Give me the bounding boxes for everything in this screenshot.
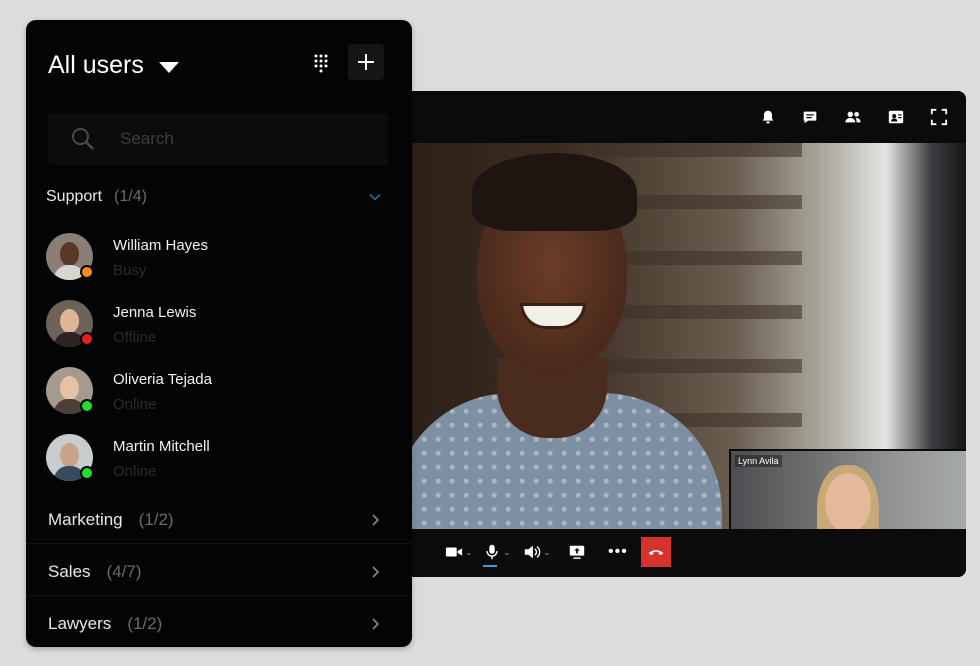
mic-level-indicator [483,565,497,567]
search-input[interactable] [120,129,370,149]
user-name: William Hayes [113,237,209,254]
camera-toggle-button[interactable]: ⌄ [445,541,473,563]
hangup-button[interactable] [641,537,671,567]
user-row-jenna-lewis[interactable]: Jenna Lewis Offline [26,300,412,362]
group-count: (1/4) [114,188,147,205]
group-count: (1/2) [127,614,163,633]
dialpad-icon [314,54,328,73]
triangle-down-icon [158,61,179,73]
group-name: Support [46,188,103,205]
chevron-right-icon [372,618,380,630]
video-toolbar [392,91,966,143]
chevron-right-icon [372,566,380,578]
divider [26,595,412,596]
user-row-william-hayes[interactable]: William Hayes Busy [26,233,412,295]
group-name: Marketing [48,510,123,529]
search-icon [72,128,94,150]
status-dot [80,399,94,413]
user-row-oliveria-tejada[interactable]: Oliveria Tejada Online [26,367,412,429]
panel-title: All users [48,51,144,79]
group-header-sales[interactable]: Sales (4/7) [26,546,412,598]
self-view-name-label: Lynn Avila [735,455,782,467]
chevron-down-icon[interactable]: ⌄ [503,547,511,558]
chevron-down-icon[interactable]: ⌄ [543,547,551,558]
group-count: (1/2) [138,510,174,529]
user-row-martin-mitchell[interactable]: Martin Mitchell Online [26,434,412,496]
chevron-right-icon [372,514,380,526]
user-status: Online [113,396,157,413]
main-video-feed: Lynn Avila [392,143,966,529]
user-status: Busy [113,262,147,279]
hangup-icon [648,550,664,556]
user-name: Jenna Lewis [113,304,197,321]
chat-icon[interactable] [800,107,820,127]
screen-share-icon [569,545,585,559]
more-icon: ••• [608,543,628,560]
self-view-video[interactable]: Lynn Avila [729,449,966,529]
add-user-button[interactable] [348,44,384,80]
group-header-marketing[interactable]: Marketing (1/2) [26,494,412,546]
more-options-button[interactable]: ••• [608,541,628,563]
group-header-support[interactable]: Support (1/4) [26,188,412,206]
chevron-down-icon[interactable]: ⌄ [465,547,473,558]
search-box [48,113,388,165]
status-dot [80,265,94,279]
user-status: Offline [113,329,157,346]
user-status: Online [113,463,157,480]
speaker-toggle-button[interactable]: ⌄ [523,541,551,563]
group-name: Lawyers [48,614,112,633]
speaker-icon [524,545,541,559]
status-dot [80,332,94,346]
users-panel: All users Support (1/4) William [26,20,412,647]
bell-icon[interactable] [758,107,778,127]
user-filter-dropdown[interactable]: All users [48,51,179,80]
screen-share-button[interactable] [568,541,586,563]
video-call-window: Lynn Avila ⌄ ⌄ ⌄ ••• [392,91,966,577]
contact-card-icon[interactable] [886,107,906,127]
microphone-icon [486,544,498,560]
dialpad-button[interactable] [306,48,336,78]
call-controls-bar: ⌄ ⌄ ⌄ ••• [392,529,966,577]
group-count: (4/7) [106,562,142,581]
user-name: Martin Mitchell [113,438,210,455]
fullscreen-icon[interactable] [929,107,949,127]
chevron-down-icon [369,193,381,201]
participants-icon[interactable] [843,107,863,127]
group-header-lawyers[interactable]: Lawyers (1/2) [26,598,412,647]
plus-icon [358,54,374,70]
user-name: Oliveria Tejada [113,371,212,388]
divider [26,543,412,544]
status-dot [80,466,94,480]
microphone-toggle-button[interactable]: ⌄ [483,541,511,563]
camera-icon [445,547,463,557]
group-name: Sales [48,562,91,581]
